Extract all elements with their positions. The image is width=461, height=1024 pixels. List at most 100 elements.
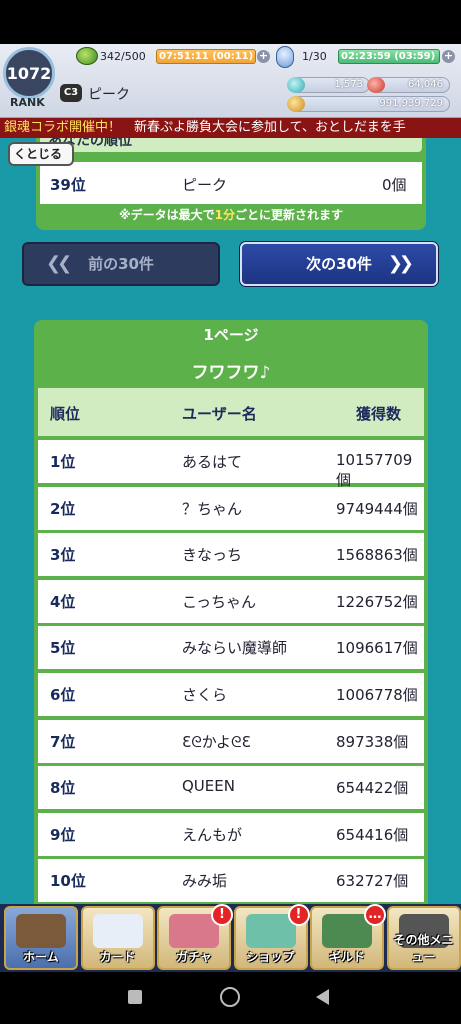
header-username: ユーザー名 — [182, 405, 257, 423]
notification-badge: ! — [211, 904, 233, 926]
my-rank-header: あなたの順位 — [40, 138, 422, 152]
table-row[interactable]: 8位 QUEEN 654422個 — [38, 766, 424, 810]
news-ticker[interactable]: 銀魂コラボ開催中！ 新春ぷよ勝負大会に参加して、おとしだまを手 — [0, 118, 461, 138]
next-page-label: 次の30件 — [306, 255, 372, 273]
nav-label: ガチャ — [176, 950, 212, 964]
card-icon — [92, 914, 143, 948]
nav-label: ギルド — [328, 950, 365, 964]
row-username: こっちゃん — [182, 592, 256, 611]
table-row[interactable]: 2位 ？ちゃん 9749444個 — [38, 486, 424, 530]
table-row[interactable]: 10位 みみ垢 632727個 — [38, 859, 424, 903]
orb-value: 1/30 — [302, 50, 327, 63]
my-rank-name: ピーク — [182, 176, 228, 194]
row-count: 9749444個 — [336, 499, 418, 518]
ticker-text: 新春ぷよ勝負大会に参加して、おとしだまを手 — [134, 120, 406, 135]
row-username: えんもが — [182, 825, 243, 844]
my-rank-count: 0個 — [382, 176, 407, 194]
nav-item[interactable]: ホーム — [4, 906, 78, 970]
row-count: 1096617個 — [336, 639, 418, 658]
home-circle-icon[interactable] — [220, 987, 240, 1007]
table-row[interactable]: 3位 きなっち 1568863個 — [38, 533, 424, 577]
table-row[interactable]: 6位 さくら 1006778個 — [38, 673, 424, 716]
character-badge: C3 — [60, 84, 82, 102]
row-count: 1226752個 — [336, 592, 418, 611]
stamina-icon — [76, 47, 98, 65]
ranking-title: フワフワ♪ — [191, 363, 271, 383]
prev-page-label: 前の30件 — [88, 255, 154, 273]
notification-badge: ! — [287, 904, 310, 926]
home-icon — [16, 914, 66, 948]
update-note-pre: ※データは最大で — [118, 208, 215, 222]
rank-value: 1072 — [6, 63, 52, 83]
row-count: 654422個 — [336, 779, 409, 798]
row-rank: 6位 — [50, 686, 76, 704]
stamina-timer: 07:51:11 (00:11) — [156, 49, 256, 64]
nav-item[interactable]: その他メニュー — [386, 906, 461, 970]
row-count: 10157709個 — [336, 451, 413, 489]
status-bar — [0, 0, 461, 44]
table-row[interactable]: 5位 みならい魔導師 1096617個 — [38, 626, 424, 670]
update-note: ※データは最大で1分ごとに更新されます — [36, 206, 426, 223]
nav-label: ホーム — [23, 950, 59, 964]
row-rank: 10位 — [50, 872, 86, 891]
heart-icon — [367, 77, 385, 93]
back-arrow-icon[interactable] — [316, 989, 329, 1005]
header-count: 獲得数 — [356, 405, 402, 423]
table-row[interactable]: 9位 えんもが 654416個 — [38, 812, 424, 856]
notification-badge: … — [364, 904, 386, 926]
row-count: 1568863個 — [336, 546, 418, 565]
stamina-value: 342/500 — [100, 50, 146, 63]
row-count: 654416個 — [336, 825, 409, 844]
row-username: みみ垢 — [182, 872, 228, 891]
add-stamina-button[interactable]: + — [257, 50, 270, 63]
player-rank-badge[interactable]: 1072 — [3, 47, 55, 99]
my-rank-position: 39位 — [50, 176, 86, 194]
nav-label: カード — [99, 950, 136, 964]
row-username: ？ちゃん — [182, 499, 243, 518]
header-rank: 順位 — [50, 405, 81, 423]
row-rank: 9位 — [50, 825, 76, 844]
row-username: さくら — [182, 686, 228, 704]
row-username: あるはて — [182, 453, 243, 471]
orb-icon — [276, 46, 294, 68]
close-button[interactable]: くとじる — [8, 142, 74, 166]
double-chevron-left-icon: ❮❮ — [46, 253, 72, 274]
row-count: 632727個 — [336, 872, 409, 891]
my-rank-row — [40, 162, 422, 204]
table-row[interactable]: 4位 こっちゃん 1226752個 — [38, 579, 424, 623]
nav-item[interactable]: ガチャ! — [157, 904, 233, 970]
next-page-button[interactable]: 次の30件 ❯❯ — [240, 242, 438, 286]
orb-timer: 02:23:59 (03:59) — [338, 49, 440, 64]
row-rank: 2位 — [50, 499, 76, 518]
coin-icon — [287, 96, 305, 112]
nav-item[interactable]: ギルド … — [310, 904, 386, 970]
coin-count: 991,939,729 — [290, 96, 450, 112]
row-rank: 8位 — [50, 779, 76, 798]
row-rank: 5位 — [50, 639, 76, 658]
update-note-highlight: 1分 — [214, 208, 235, 222]
nav-item[interactable]: ショップ! — [233, 904, 310, 970]
row-rank: 1位 — [50, 453, 76, 471]
row-username: ƐᘓかよᘓƐ — [182, 732, 251, 751]
row-count: 1006778個 — [336, 686, 418, 704]
update-note-post: ごとに更新されます — [235, 208, 344, 222]
ticker-highlight: 銀魂コラボ開催中！ — [4, 120, 122, 135]
row-rank: 7位 — [50, 732, 76, 751]
nav-item[interactable]: カード — [80, 906, 155, 970]
row-rank: 4位 — [50, 592, 76, 611]
table-row[interactable]: 1位 あるはて 10157709個 — [38, 440, 424, 489]
row-username: みならい魔導師 — [182, 639, 288, 658]
row-rank: 3位 — [50, 546, 76, 565]
recent-apps-icon[interactable] — [128, 990, 142, 1004]
row-username: QUEEN — [182, 777, 235, 796]
prev-page-button[interactable]: ❮❮ 前の30件 — [22, 242, 220, 286]
nav-label: ショップ — [246, 950, 295, 964]
row-username: きなっち — [182, 546, 243, 565]
table-row[interactable]: 7位 ƐᘓかよᘓƐ 897338個 — [38, 719, 424, 763]
ranking-table-header: 順位 ユーザー名 獲得数 — [38, 388, 424, 436]
gem-icon — [287, 77, 305, 93]
add-orb-button[interactable]: + — [442, 50, 455, 63]
double-chevron-right-icon: ❯❯ — [387, 253, 414, 274]
row-count: 897338個 — [336, 732, 409, 751]
page-indicator: 1ページ — [203, 326, 259, 344]
